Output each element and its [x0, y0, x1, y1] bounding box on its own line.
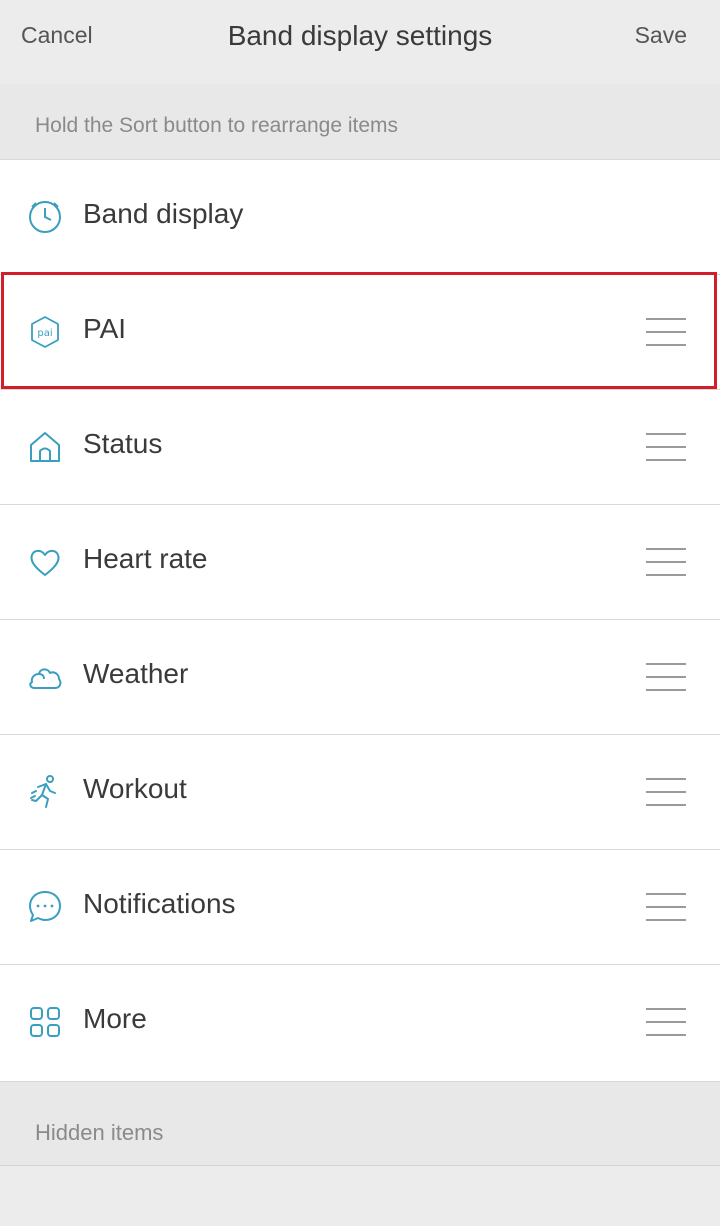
display-items-list: Band display pai PAI Status Heart rate W… — [0, 160, 720, 1081]
item-label: Heart rate — [83, 543, 208, 574]
drag-handle-icon[interactable] — [646, 893, 686, 921]
list-item-notifications[interactable]: Notifications — [0, 850, 720, 965]
drag-handle-icon[interactable] — [646, 778, 686, 806]
hidden-items-header: Hidden items — [35, 1120, 164, 1145]
hidden-items-section: Hidden items — [0, 1081, 720, 1166]
item-label: Workout — [83, 773, 187, 804]
item-label: Weather — [83, 658, 189, 689]
chat-bubble-icon — [26, 888, 64, 926]
drag-handle-icon[interactable] — [646, 433, 686, 461]
pai-icon: pai — [26, 313, 64, 351]
list-item-workout[interactable]: Workout — [0, 735, 720, 850]
list-item-heart-rate[interactable]: Heart rate — [0, 505, 720, 620]
item-label: Status — [83, 428, 163, 459]
svg-text:pai: pai — [37, 328, 52, 339]
item-label: Notifications — [83, 888, 236, 919]
item-label: Band display — [83, 198, 244, 229]
heart-icon — [26, 543, 64, 581]
sort-hint-text: Hold the Sort button to rearrange items — [35, 114, 399, 137]
list-item-pai[interactable]: pai PAI — [0, 275, 720, 390]
runner-icon — [26, 773, 64, 811]
list-item-status[interactable]: Status — [0, 390, 720, 505]
clock-icon — [26, 198, 64, 236]
sort-hint-banner: Hold the Sort button to rearrange items — [0, 84, 720, 160]
list-item-band-display[interactable]: Band display — [0, 160, 720, 275]
list-item-weather[interactable]: Weather — [0, 620, 720, 735]
item-label: More — [83, 1003, 147, 1034]
save-button[interactable]: Save — [635, 22, 687, 49]
drag-handle-icon[interactable] — [646, 663, 686, 691]
home-icon — [26, 428, 64, 466]
page-title: Band display settings — [227, 20, 493, 51]
cloud-icon — [26, 658, 64, 696]
hidden-items-area — [0, 1166, 720, 1226]
item-label: PAI — [83, 313, 127, 344]
grid-icon — [26, 1003, 64, 1041]
navigation-bar: Cancel Band display settings Save — [0, 0, 720, 84]
drag-handle-icon[interactable] — [646, 1008, 686, 1036]
drag-handle-icon[interactable] — [646, 318, 686, 346]
drag-handle-icon[interactable] — [646, 548, 686, 576]
list-item-more[interactable]: More — [0, 965, 720, 1080]
